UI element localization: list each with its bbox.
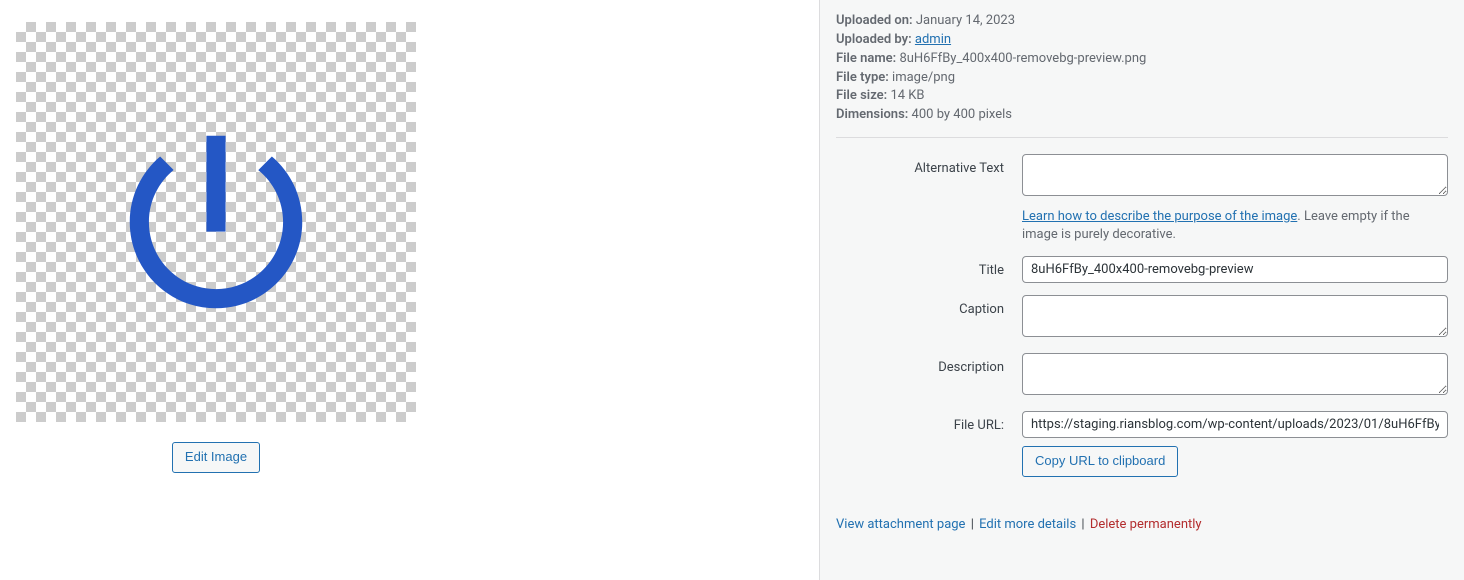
view-attachment-link[interactable]: View attachment page: [836, 517, 965, 532]
title-input[interactable]: [1022, 256, 1448, 283]
file-url-input[interactable]: [1022, 411, 1448, 438]
edit-more-link[interactable]: Edit more details: [979, 517, 1076, 532]
divider: [836, 137, 1448, 138]
file-size-label: File size:: [836, 88, 887, 103]
attachment-meta: Uploaded on: January 14, 2023 Uploaded b…: [836, 12, 1448, 125]
caption-input[interactable]: [1022, 295, 1448, 337]
separator: |: [1081, 517, 1084, 532]
uploaded-on-value: January 14, 2023: [916, 13, 1015, 28]
dimensions-value: 400 by 400 pixels: [912, 107, 1012, 122]
separator: |: [971, 517, 974, 532]
alt-text-hint: Learn how to describe the purpose of the…: [1022, 208, 1448, 244]
attachment-preview: [16, 22, 416, 422]
alt-text-input[interactable]: [1022, 154, 1448, 196]
alt-text-label: Alternative Text: [836, 154, 1022, 244]
file-name-label: File name:: [836, 51, 896, 66]
attachment-details-pane: Uploaded on: January 14, 2023 Uploaded b…: [820, 0, 1464, 580]
file-type-label: File type:: [836, 70, 889, 85]
file-name-value: 8uH6FfBy_400x400-removebg-preview.png: [899, 51, 1146, 66]
uploaded-by-link[interactable]: admin: [915, 32, 951, 47]
dimensions-label: Dimensions:: [836, 107, 908, 122]
power-icon: [101, 107, 331, 337]
edit-image-button[interactable]: Edit Image: [172, 442, 260, 473]
file-size-value: 14 KB: [890, 88, 924, 103]
delete-permanently-link[interactable]: Delete permanently: [1090, 517, 1202, 532]
uploaded-on-label: Uploaded on:: [836, 13, 913, 28]
description-input[interactable]: [1022, 353, 1448, 395]
description-label: Description: [836, 353, 1022, 399]
attachment-actions: View attachment page | Edit more details…: [836, 517, 1448, 532]
copy-url-button[interactable]: Copy URL to clipboard: [1022, 446, 1178, 477]
image-preview-pane: Edit Image: [0, 0, 820, 580]
file-type-value: image/png: [892, 70, 955, 85]
uploaded-by-label: Uploaded by:: [836, 32, 912, 47]
file-url-label: File URL:: [836, 411, 1022, 477]
alt-text-hint-link[interactable]: Learn how to describe the purpose of the…: [1022, 209, 1297, 224]
title-label: Title: [836, 256, 1022, 283]
caption-label: Caption: [836, 295, 1022, 341]
